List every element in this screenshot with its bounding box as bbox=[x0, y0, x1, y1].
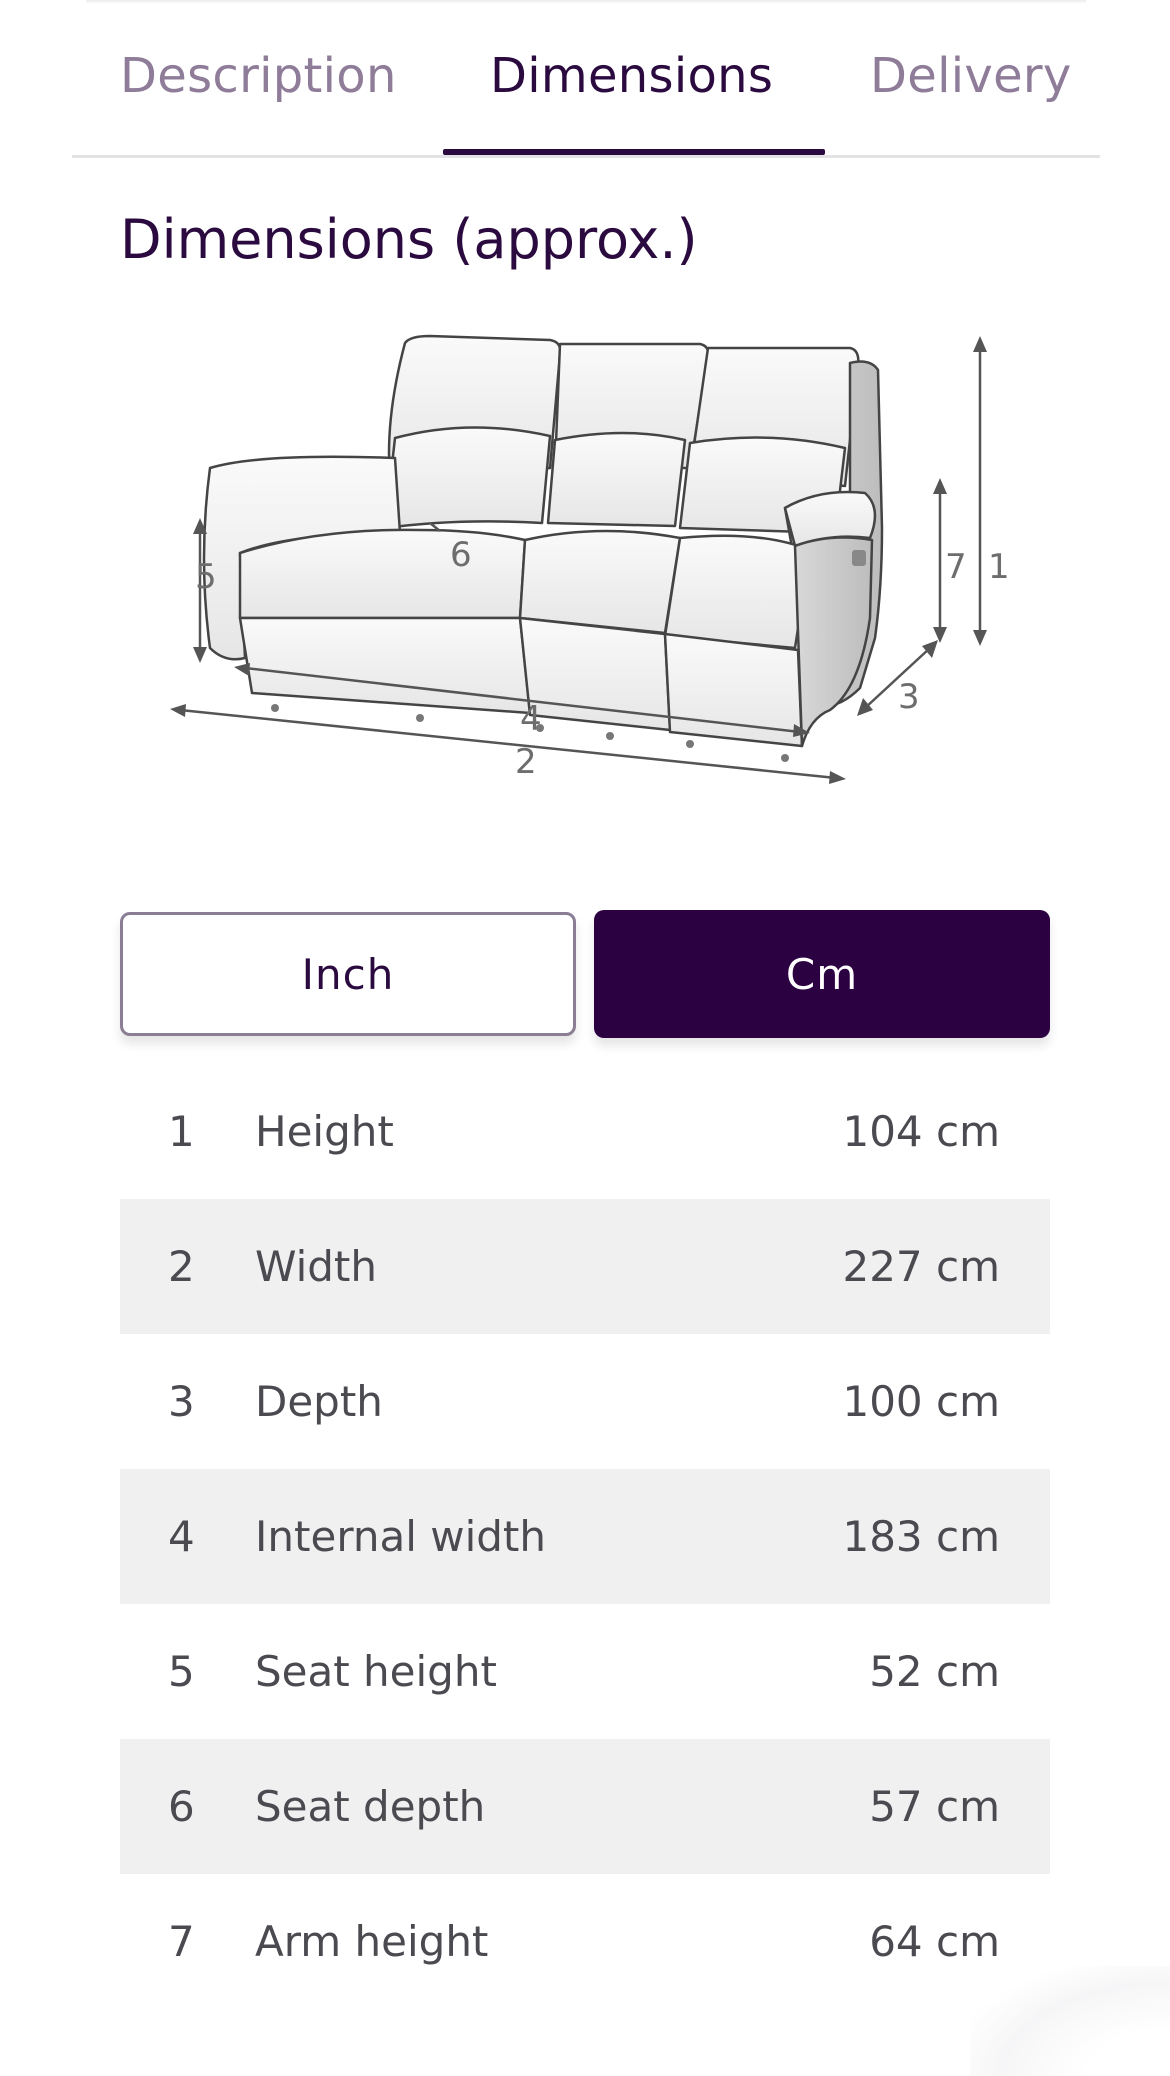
row-value: 183 cm bbox=[842, 1512, 1000, 1561]
row-value: 100 cm bbox=[842, 1377, 1000, 1426]
diagram-label-1: 1 bbox=[988, 547, 1010, 587]
diagram-label-3: 3 bbox=[898, 677, 920, 717]
table-row: 1 Height 104 cm bbox=[120, 1064, 1050, 1199]
row-label: Seat height bbox=[255, 1647, 497, 1696]
active-tab-indicator bbox=[443, 149, 825, 155]
row-label: Seat depth bbox=[255, 1782, 486, 1831]
dimensions-table: 1 Height 104 cm 2 Width 227 cm 3 Depth 1… bbox=[120, 1064, 1050, 2009]
row-value: 52 cm bbox=[869, 1647, 1000, 1696]
table-row: 2 Width 227 cm bbox=[120, 1199, 1050, 1334]
table-row: 4 Internal width 183 cm bbox=[120, 1469, 1050, 1604]
row-number: 4 bbox=[168, 1512, 195, 1561]
table-row: 7 Arm height 64 cm bbox=[120, 1874, 1050, 2009]
row-label: Width bbox=[255, 1242, 378, 1291]
row-number: 5 bbox=[168, 1647, 195, 1696]
tab-delivery[interactable]: Delivery bbox=[870, 48, 1072, 104]
row-value: 227 cm bbox=[842, 1242, 1000, 1291]
section-title: Dimensions (approx.) bbox=[120, 208, 698, 271]
row-number: 6 bbox=[168, 1782, 195, 1831]
row-label: Arm height bbox=[255, 1917, 489, 1966]
sofa-illustration: 1 2 3 4 5 6 7 bbox=[170, 334, 1010, 784]
diagram-label-2: 2 bbox=[515, 742, 537, 782]
row-value: 64 cm bbox=[869, 1917, 1000, 1966]
unit-inch-button[interactable]: Inch bbox=[120, 912, 576, 1036]
diagram-label-4: 4 bbox=[520, 699, 542, 739]
table-row: 3 Depth 100 cm bbox=[120, 1334, 1050, 1469]
tab-dimensions[interactable]: Dimensions bbox=[490, 48, 773, 104]
row-number: 2 bbox=[168, 1242, 195, 1291]
row-number: 1 bbox=[168, 1107, 195, 1156]
row-label: Internal width bbox=[255, 1512, 546, 1561]
tab-bar: Description Dimensions Delivery bbox=[72, 0, 1100, 158]
row-label: Height bbox=[255, 1107, 394, 1156]
diagram-label-6: 6 bbox=[450, 535, 472, 575]
row-label: Depth bbox=[255, 1377, 383, 1426]
row-number: 3 bbox=[168, 1377, 195, 1426]
diagram-label-5: 5 bbox=[195, 557, 217, 597]
row-value: 104 cm bbox=[842, 1107, 1000, 1156]
row-value: 57 cm bbox=[869, 1782, 1000, 1831]
table-row: 6 Seat depth 57 cm bbox=[120, 1739, 1050, 1874]
dimensions-page: Description Dimensions Delivery Dimensio… bbox=[0, 0, 1170, 2076]
corner-fade bbox=[970, 1966, 1170, 2076]
row-number: 7 bbox=[168, 1917, 195, 1966]
tab-description[interactable]: Description bbox=[120, 48, 397, 104]
diagram-label-7: 7 bbox=[945, 547, 967, 587]
sofa-dimensions-diagram: 1 2 3 4 5 6 7 bbox=[170, 318, 1030, 798]
table-row: 5 Seat height 52 cm bbox=[120, 1604, 1050, 1739]
unit-cm-button[interactable]: Cm bbox=[594, 910, 1050, 1038]
